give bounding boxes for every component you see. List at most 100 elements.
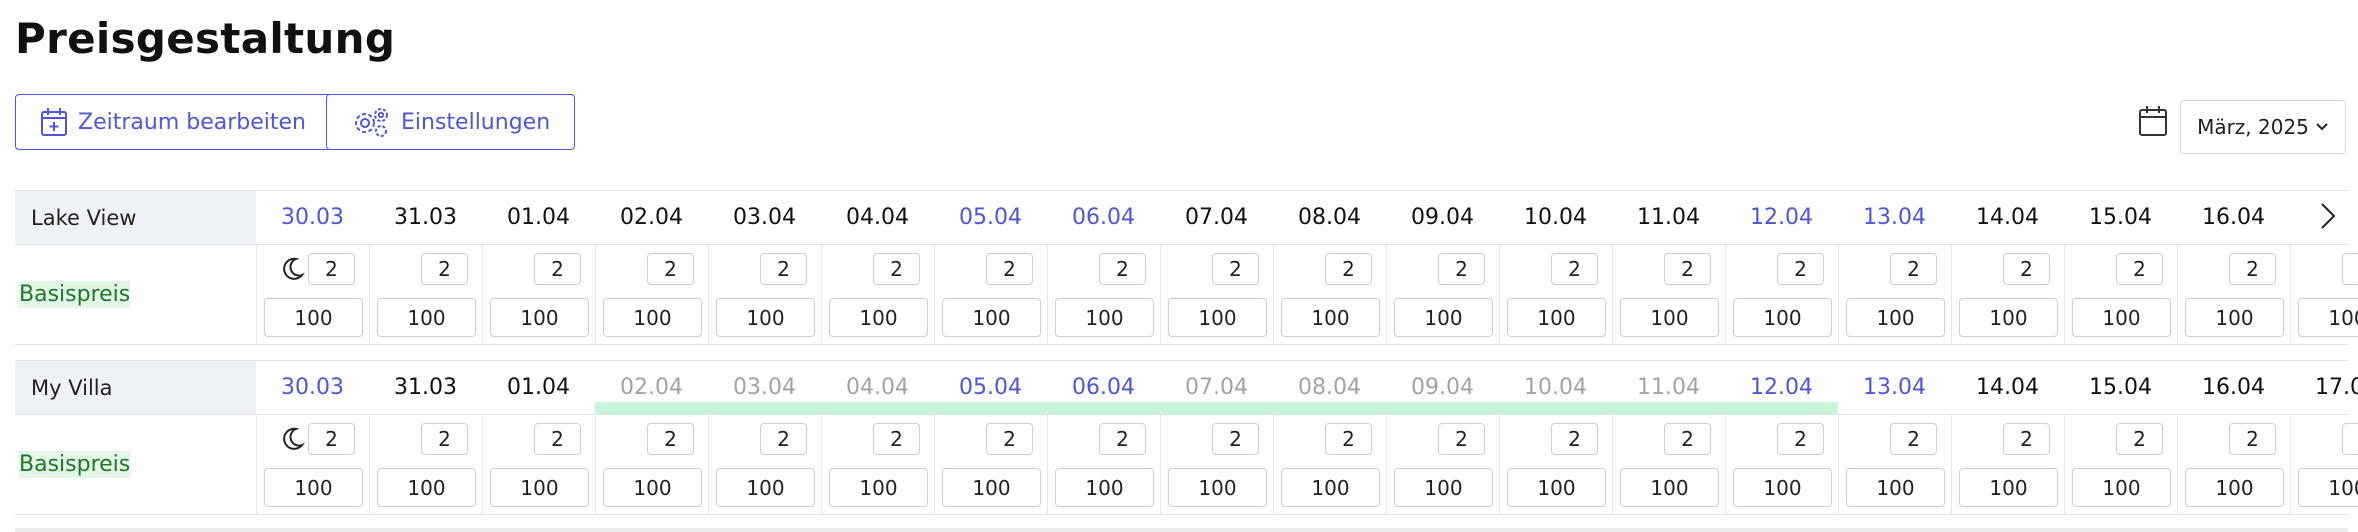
min-stay-input[interactable]: 2 <box>534 253 581 285</box>
min-stay-input[interactable]: 2 <box>534 423 581 455</box>
price-input[interactable]: 100 <box>2298 298 2358 337</box>
calendar-icon[interactable] <box>2138 105 2168 141</box>
price-input[interactable]: 100 <box>1846 298 1945 337</box>
min-stay-input[interactable]: 2 <box>1325 423 1372 455</box>
price-input[interactable]: 100 <box>377 468 476 507</box>
date-header: 31.03 <box>394 205 457 230</box>
min-stay-input[interactable]: 2 <box>2003 423 2050 455</box>
date-header-row: My Villa 30.03 31.03 01.04 02.04 03.04 04.04 05… <box>15 360 2358 415</box>
price-input[interactable]: 100 <box>829 468 928 507</box>
price-input[interactable]: 100 <box>1620 468 1719 507</box>
day-cell: 2100 <box>1047 415 1160 514</box>
price-input[interactable]: 100 <box>1846 468 1945 507</box>
min-stay-input[interactable]: 2 <box>647 253 694 285</box>
edit-range-button[interactable]: Zeitraum bearbeiten <box>15 94 331 150</box>
min-stay-input[interactable]: 2 <box>760 253 807 285</box>
rate-label-cell: Basispreis <box>15 415 256 514</box>
min-stay-input[interactable]: 2 <box>986 423 1033 455</box>
price-input[interactable]: 100 <box>1168 468 1267 507</box>
month-select[interactable]: März, 2025 <box>2180 100 2346 154</box>
min-stay-input[interactable]: 2 <box>2342 253 2358 285</box>
min-stay-input[interactable]: 2 <box>986 253 1033 285</box>
min-stay-input[interactable]: 2 <box>760 423 807 455</box>
day-cell: 2100 <box>1160 245 1273 344</box>
price-input[interactable]: 100 <box>1507 468 1606 507</box>
min-stay-input[interactable]: 2 <box>647 423 694 455</box>
price-input[interactable]: 100 <box>1055 298 1154 337</box>
price-input[interactable]: 100 <box>264 298 363 337</box>
min-stay-input[interactable]: 2 <box>1890 423 1937 455</box>
rate-row: Basispreis 2 100 2 100 2 100 2 100 2 100 2 100 2 100 2 1… <box>15 415 2358 515</box>
min-stay-input[interactable]: 2 <box>1777 423 1824 455</box>
min-stay-input[interactable]: 2 <box>1664 423 1711 455</box>
day-cell: 2100 <box>1047 245 1160 344</box>
date-header: 06.04 <box>1072 375 1135 400</box>
min-stay-input[interactable]: 2 <box>1551 423 1598 455</box>
min-stay-input[interactable]: 2 <box>1325 253 1372 285</box>
price-input[interactable]: 100 <box>603 298 702 337</box>
settings-button[interactable]: Einstellungen <box>326 94 576 150</box>
property-name[interactable]: Lake View <box>15 191 256 244</box>
price-input[interactable]: 100 <box>1281 298 1380 337</box>
price-input[interactable]: 100 <box>1733 298 1832 337</box>
min-stay-input[interactable]: 2 <box>421 423 468 455</box>
chevron-right-icon[interactable] <box>2317 199 2339 233</box>
price-input[interactable]: 100 <box>2072 468 2171 507</box>
date-header: 10.04 <box>1524 205 1587 230</box>
price-input[interactable]: 100 <box>1394 298 1493 337</box>
min-stay-input[interactable]: 2 <box>2342 423 2358 455</box>
property-name[interactable]: My Villa <box>15 361 256 414</box>
price-input[interactable]: 100 <box>264 468 363 507</box>
price-input[interactable]: 100 <box>2185 298 2284 337</box>
price-input[interactable]: 100 <box>829 298 928 337</box>
min-stay-input[interactable]: 2 <box>1777 253 1824 285</box>
min-stay-input[interactable]: 2 <box>308 253 355 285</box>
price-input[interactable]: 100 <box>2185 468 2284 507</box>
min-stay-input[interactable]: 2 <box>421 253 468 285</box>
min-stay-input[interactable]: 2 <box>1438 423 1485 455</box>
price-input[interactable]: 100 <box>603 468 702 507</box>
min-stay-input[interactable]: 2 <box>2116 253 2163 285</box>
price-input[interactable]: 100 <box>2072 298 2171 337</box>
min-stay-input[interactable]: 2 <box>2229 423 2276 455</box>
price-input[interactable]: 100 <box>2298 468 2358 507</box>
price-input[interactable]: 100 <box>1168 298 1267 337</box>
price-input[interactable]: 100 <box>1959 298 2058 337</box>
min-stay-input[interactable]: 2 <box>2116 423 2163 455</box>
price-input[interactable]: 100 <box>942 468 1041 507</box>
min-stay-input[interactable]: 2 <box>1551 253 1598 285</box>
min-stay-input[interactable]: 2 <box>1890 253 1937 285</box>
date-header: 02.04 <box>620 375 683 400</box>
min-stay-input[interactable]: 2 <box>1438 253 1485 285</box>
day-cell: 2100 <box>1725 245 1838 344</box>
min-stay-input[interactable]: 2 <box>873 423 920 455</box>
rate-label: Basispreis <box>19 451 131 478</box>
min-stay-input[interactable]: 2 <box>1099 423 1146 455</box>
price-input[interactable]: 100 <box>1281 468 1380 507</box>
price-input[interactable]: 100 <box>716 468 815 507</box>
price-input[interactable]: 100 <box>490 298 589 337</box>
min-stay-input[interactable]: 2 <box>1212 423 1259 455</box>
price-input[interactable]: 100 <box>1055 468 1154 507</box>
price-input[interactable]: 100 <box>716 298 815 337</box>
min-stay-input[interactable]: 2 <box>1212 253 1259 285</box>
price-input[interactable]: 100 <box>490 468 589 507</box>
min-stay-input[interactable]: 2 <box>1664 253 1711 285</box>
day-cell: 2100 <box>2177 245 2290 344</box>
price-input[interactable]: 100 <box>1620 298 1719 337</box>
min-stay-input[interactable]: 2 <box>1099 253 1146 285</box>
price-input[interactable]: 100 <box>377 298 476 337</box>
min-stay-input[interactable]: 2 <box>308 423 355 455</box>
price-input[interactable]: 100 <box>1507 298 1606 337</box>
price-input[interactable]: 100 <box>942 298 1041 337</box>
price-input[interactable]: 100 <box>1959 468 2058 507</box>
date-header: 01.04 <box>507 375 570 400</box>
min-stay-input[interactable]: 2 <box>873 253 920 285</box>
date-header: 11.04 <box>1637 375 1700 400</box>
min-stay-input[interactable]: 2 <box>2003 253 2050 285</box>
moon-icon <box>283 427 305 450</box>
price-input[interactable]: 100 <box>1733 468 1832 507</box>
chevron-down-icon <box>2316 123 2328 131</box>
min-stay-input[interactable]: 2 <box>2229 253 2276 285</box>
price-input[interactable]: 100 <box>1394 468 1493 507</box>
